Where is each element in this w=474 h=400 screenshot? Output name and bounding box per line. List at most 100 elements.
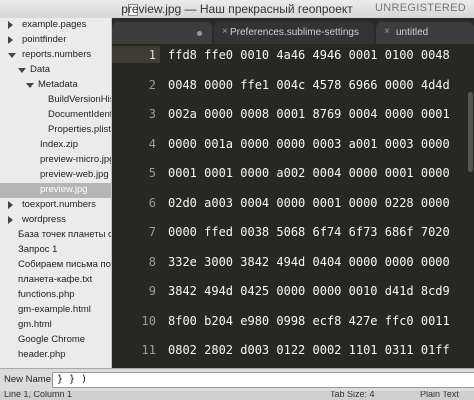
line-text[interactable]: 332e 3000 3842 494d 0404 0000 0000 0000 [168,254,468,270]
line-text[interactable]: 0000 ffed 0038 5068 6f74 6f73 686f 7020 [168,224,468,240]
line-number: 3 [148,107,156,121]
sidebar-item-label: gm.html [18,319,52,330]
sidebar-item-label: Properties.plist [48,124,111,135]
sidebar-item[interactable]: BuildVersionHistor [0,93,111,108]
line-text[interactable]: 3842 494d 0425 0000 0000 0010 d41d 8cd9 [168,283,468,299]
line-number: 11 [141,343,156,357]
sidebar-item[interactable]: header.php [0,348,111,363]
line-number: 4 [148,136,156,151]
line-number: 8 [148,254,156,269]
sidebar-item-label: preview.jpg [40,184,88,195]
code-line: 1 ffd8 ffe0 0010 4a46 4946 0001 0100 0048 [112,46,474,79]
code-line: 2 0048 0000 ffe1 004c 4578 6966 0000 4d4d [112,76,474,109]
line-text[interactable]: 02d0 a003 0004 0000 0001 0000 0228 0000 [168,195,468,211]
close-icon[interactable]: × [384,26,390,37]
sidebar-item-label: gm-example.html [18,304,91,315]
sidebar-item[interactable]: планета-кафе.txt [0,273,111,288]
sidebar-item-label: functions.php [18,289,75,300]
modified-dot-icon [197,31,202,36]
sidebar-item-label: wordpress [22,214,66,225]
line-text[interactable]: 8f00 b204 e980 0998 ecf8 427e ffc0 0011 [168,313,468,329]
sidebar-item[interactable]: toexport.numbers [0,198,111,213]
tab-label: untitled [396,27,429,38]
sidebar-item[interactable]: functions.php [0,288,111,303]
line-text[interactable]: ffd8 ffe0 0010 4a46 4946 0001 0100 0048 [168,47,468,63]
line-text[interactable]: 0048 0000 ffe1 004c 4578 6966 0000 4d4d [168,77,468,93]
sidebar-item[interactable]: wordpress [0,213,111,228]
code-line: 7 0000 ffed 0038 5068 6f74 6f73 686f 7020 [112,223,474,256]
line-text[interactable]: 0802 2802 d003 0122 0002 1101 0311 01ff [168,342,468,358]
new-name-input[interactable]: } } ) [52,372,474,388]
sidebar-item-label: preview-web.jpg [40,169,109,180]
sidebar-item[interactable]: preview-micro.jpg [0,153,111,168]
disclosure-collapsed-icon[interactable] [8,201,13,209]
disclosure-expanded-icon[interactable] [18,68,26,73]
code-line: 9 3842 494d 0425 0000 0000 0010 d41d 8cd9 [112,282,474,315]
disclosure-collapsed-icon[interactable] [8,216,13,224]
sidebar-item[interactable]: DocumentIdentifie [0,108,111,123]
line-text[interactable]: 0001 0001 0000 a002 0004 0000 0001 0000 [168,165,468,181]
sidebar-item-label: Запрос 1 [18,244,58,255]
sidebar-item[interactable]: Google Chrome [0,333,111,348]
code-line: 10 8f00 b204 e980 0998 ecf8 427e ffc0 001… [112,312,474,345]
sidebar-item[interactable]: Index.zip [0,138,111,153]
sidebar-item[interactable]: Собираем письма по п [0,258,111,273]
sidebar-item[interactable]: gm-example.html [0,303,111,318]
close-icon[interactable]: × [222,26,228,37]
sidebar-item-label: example.pages [22,19,87,30]
sidebar-item[interactable]: Data [0,63,111,78]
sidebar-item-label: База точек планеты су [18,229,111,240]
disclosure-expanded-icon[interactable] [26,83,34,88]
rename-bar: New Name: } } ) [0,368,474,391]
disclosure-collapsed-icon[interactable] [8,21,13,29]
sidebar-item-label: reports.numbers [22,49,92,60]
tab-untitled[interactable]: × untitled [376,22,474,44]
sidebar-item-label: планета-кафе.txt [18,274,93,285]
sidebar-item[interactable]: example.pages [0,18,111,33]
sidebar-item[interactable]: reports.numbers [0,48,111,63]
sidebar-item[interactable]: Properties.plist [0,123,111,138]
disclosure-collapsed-icon[interactable] [8,36,13,44]
code-line: 11 0802 2802 d003 0122 0002 1101 0311 01f… [112,341,474,368]
sidebar-item[interactable]: Запрос 1 [0,243,111,258]
line-number: 10 [141,313,156,328]
sidebar-item-label: DocumentIdentifie [48,109,111,120]
sidebar-item-label: toexport.numbers [22,199,96,210]
line-number: 6 [148,195,156,210]
line-number: 1 [148,48,156,62]
sidebar-item-label: BuildVersionHistor [48,94,111,105]
title-bar: preview.jpg — Наш прекрасный геопроект U… [0,0,474,19]
sidebar-item[interactable]: gm.html [0,318,111,333]
sidebar-item[interactable]: pointfinder [0,33,111,48]
tab-size[interactable]: Tab Size: 4 [330,391,375,399]
sidebar-item-label: header.php [18,349,66,360]
sidebar-item[interactable]: База точек планеты су [0,228,111,243]
sidebar-item-label: Metadata [38,79,78,90]
line-text[interactable]: 0000 001a 0000 0000 0003 a001 0003 0000 [168,136,468,152]
tab-label: Preferences.sublime-settings [230,27,359,38]
line-number: 2 [148,77,156,92]
sidebar-item-label: Data [30,64,51,75]
line-text[interactable]: 002a 0000 0008 0001 8769 0004 0000 0001 [168,106,468,122]
sidebar-item[interactable]: preview.jpg [0,183,111,198]
tab-preferences[interactable]: × Preferences.sublime-settings [214,22,374,44]
tab-preview[interactable] [112,22,212,44]
code-line: 6 02d0 a003 0004 0000 0001 0000 0228 0000 [112,194,474,227]
syntax-mode[interactable]: Plain Text [420,391,459,399]
sidebar-item-label: Google Chrome [18,334,86,345]
code-line: 5 0001 0001 0000 a002 0004 0000 0001 0000 [112,164,474,197]
line-number: 5 [148,166,156,180]
cursor-position: Line 1, Column 1 [4,391,73,399]
unregistered-label: UNREGISTERED [375,2,466,14]
sidebar-item-label: Собираем письма по п [18,259,111,270]
disclosure-expanded-icon[interactable] [8,53,16,58]
code-line: 3 002a 0000 0008 0001 8769 0004 0000 0001 [112,105,474,138]
sidebar-item[interactable]: preview-web.jpg [0,168,111,183]
sidebar-item-label: Index.zip [40,139,79,150]
status-bar: Line 1, Column 1 Tab Size: 4 Plain Text [0,391,474,400]
code-line: 4 0000 001a 0000 0000 0003 a001 0003 0000 [112,135,474,168]
tab-bar: × Preferences.sublime-settings × untitle… [112,18,474,44]
editor[interactable]: 1 ffd8 ffe0 0010 4a46 4946 0001 0100 0048… [112,44,474,368]
sidebar-item[interactable]: Metadata [0,78,111,93]
line-number: 7 [148,225,156,239]
